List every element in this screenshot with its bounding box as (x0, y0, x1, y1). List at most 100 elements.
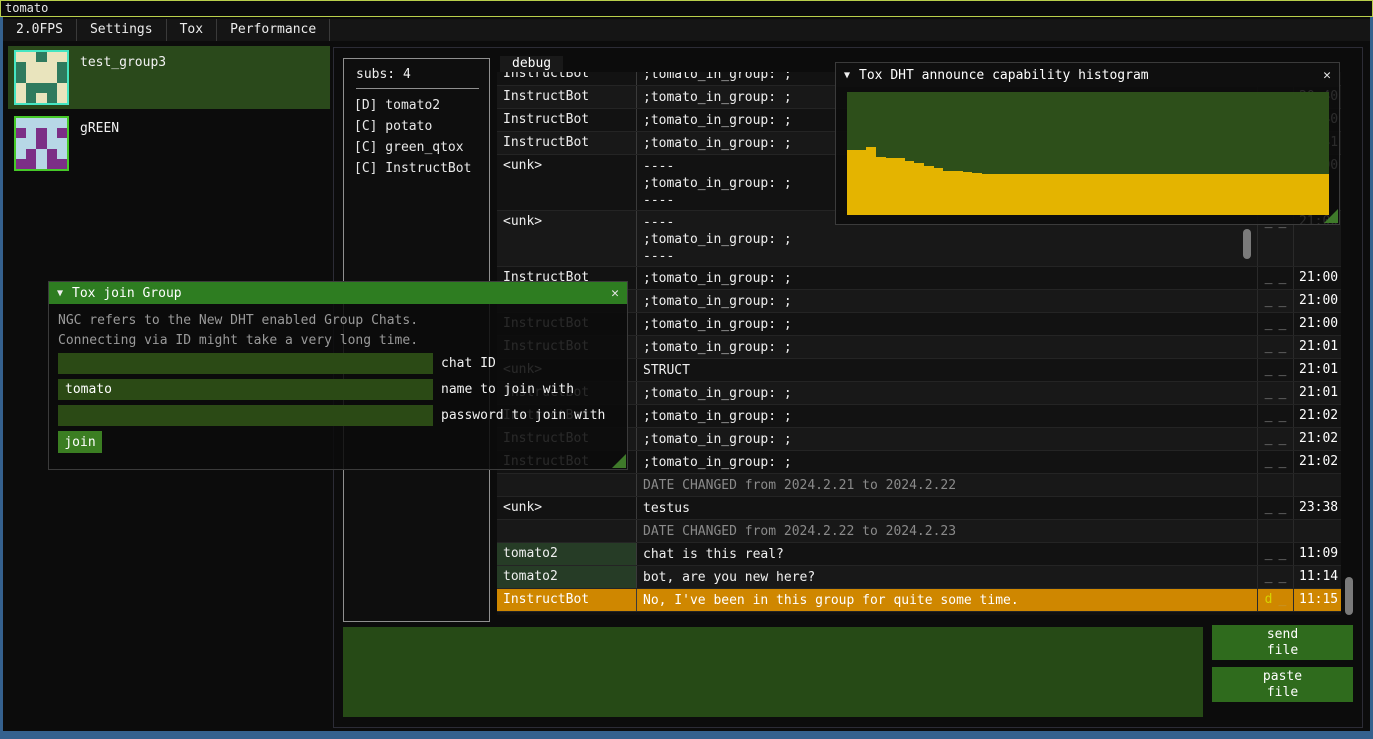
avatar-pixel (26, 118, 36, 128)
message-time: 21:00 (1293, 267, 1341, 289)
chat-row[interactable]: <unk>testus__23:38 (497, 497, 1341, 520)
message-author: InstructBot (497, 132, 637, 154)
chat-scrollbar[interactable] (1345, 577, 1353, 615)
receipt-flag: _ (1265, 316, 1273, 335)
histogram-bar (1213, 174, 1223, 215)
window-border-bottom (0, 731, 1373, 739)
app-root: { "title_bar": { "title": "tomato" }, "m… (0, 0, 1373, 739)
author-cell (497, 474, 637, 496)
message-author: <unk> (497, 155, 637, 210)
join-group-titlebar: ▼ Tox join Group ✕ (49, 282, 627, 304)
date-separator-row[interactable]: DATE CHANGED from 2024.2.21 to 2024.2.22 (497, 474, 1341, 497)
menu-item-2-0fps[interactable]: 2.0FPS (3, 19, 77, 41)
chat-row[interactable]: tomato2chat is this real?__11:09 (497, 543, 1341, 566)
avatar-pixel (47, 93, 57, 103)
collapse-arrow-icon[interactable]: ▼ (844, 70, 850, 81)
histogram-bar (963, 172, 973, 215)
histogram-bar (1069, 174, 1079, 215)
join-name-field[interactable] (58, 379, 433, 400)
resize-grip-icon[interactable] (612, 454, 626, 468)
receipt-flag: _ (1279, 569, 1287, 588)
receipt-flag: _ (1265, 569, 1273, 588)
message-column-scrollbar[interactable] (1243, 229, 1251, 259)
receipt-flag: _ (1279, 293, 1287, 312)
receipt-flag: d (1265, 592, 1273, 611)
message-author: InstructBot (497, 589, 637, 611)
window-titlebar: tomato (0, 0, 1373, 17)
histogram-bar (1252, 174, 1262, 215)
message-text: ;tomato_in_group: ; (637, 405, 1257, 427)
histogram-bar (934, 168, 944, 215)
date-separator-row[interactable]: DATE CHANGED from 2024.2.22 to 2024.2.23 (497, 520, 1341, 543)
avatar-pixel (36, 118, 46, 128)
close-icon[interactable]: ✕ (611, 286, 619, 301)
receipt-flag: _ (1265, 546, 1273, 565)
message-time: 21:02 (1293, 405, 1341, 427)
menu-item-tox[interactable]: Tox (167, 19, 217, 41)
histogram-bar (914, 163, 924, 215)
menu-item-settings[interactable]: Settings (77, 19, 167, 41)
message-text: ;tomato_in_group: ; (637, 313, 1257, 335)
dht-histogram-title: Tox DHT announce capability histogram (859, 68, 1149, 83)
chat-row[interactable]: tomato2bot, are you new here?__11:14 (497, 566, 1341, 589)
avatar-pixel (57, 159, 67, 169)
message-author: InstructBot (497, 72, 637, 85)
histogram-bar (1011, 174, 1021, 215)
join-button[interactable]: join (58, 431, 102, 453)
message-text: ;tomato_in_group: ; (637, 336, 1257, 358)
subs-separator (356, 88, 479, 89)
histogram-bar (1030, 174, 1040, 215)
close-icon[interactable]: ✕ (1323, 68, 1331, 83)
subs-member-tomato2[interactable]: [D] tomato2 (344, 95, 489, 116)
collapse-arrow-icon[interactable]: ▼ (57, 288, 63, 299)
message-input[interactable] (343, 627, 1203, 717)
histogram-bar (905, 161, 915, 215)
histogram-bar (895, 158, 905, 215)
avatar-pixel (16, 138, 26, 148)
group-item-test-group3[interactable]: test_group3 (8, 46, 330, 109)
author-cell (497, 520, 637, 542)
avatar-pixel (36, 62, 46, 72)
join-password-field[interactable] (58, 405, 433, 426)
paste-file-button[interactable]: paste file (1212, 667, 1353, 702)
avatar-pixel (26, 138, 36, 148)
message-time: 21:00 (1293, 290, 1341, 312)
time-cell (1293, 474, 1341, 496)
chat-id-label: chat ID (441, 356, 496, 371)
avatar-pixel (57, 149, 67, 159)
receipt-flag: _ (1265, 362, 1273, 381)
tab-debug[interactable]: debug (500, 56, 563, 72)
message-author: InstructBot (497, 86, 637, 108)
histogram-bar (1049, 174, 1059, 215)
chat-row[interactable]: InstructBotNo, I've been in this group f… (497, 589, 1341, 612)
avatar-pixel (57, 93, 67, 103)
message-text: chat is this real? (637, 543, 1257, 565)
receipt-flag: _ (1265, 431, 1273, 450)
receipt-flag: _ (1265, 408, 1273, 427)
message-text: No, I've been in this group for quite so… (637, 589, 1257, 611)
histogram-plot (847, 92, 1329, 215)
join-group-title: Tox join Group (72, 286, 182, 301)
menu-item-performance[interactable]: Performance (217, 19, 330, 41)
send-file-button[interactable]: send file (1212, 625, 1353, 660)
avatar-pixel (26, 62, 36, 72)
subs-member-green-qtox[interactable]: [C] green_qtox (344, 137, 489, 158)
histogram-bar (1146, 174, 1156, 215)
receipt-flag: _ (1279, 362, 1287, 381)
message-receipt: __ (1257, 359, 1293, 381)
histogram-bar (886, 158, 896, 215)
group-item-green[interactable]: gREEN (8, 112, 330, 175)
avatar-pixel (36, 149, 46, 159)
avatar-pixel (47, 52, 57, 62)
group-name: test_group3 (80, 55, 166, 70)
avatar-pixel (57, 128, 67, 138)
histogram-bar (1001, 174, 1011, 215)
chat-id-field[interactable] (58, 353, 433, 374)
subs-member-potato[interactable]: [C] potato (344, 116, 489, 137)
join-info-line-2: Connecting via ID might take a very long… (58, 333, 418, 348)
subs-member-instructbot[interactable]: [C] InstructBot (344, 158, 489, 179)
avatar-pixel (26, 93, 36, 103)
histogram-bar (1165, 174, 1175, 215)
resize-grip-icon[interactable] (1324, 209, 1338, 223)
date-changed-text: DATE CHANGED from 2024.2.22 to 2024.2.23 (637, 520, 1257, 542)
